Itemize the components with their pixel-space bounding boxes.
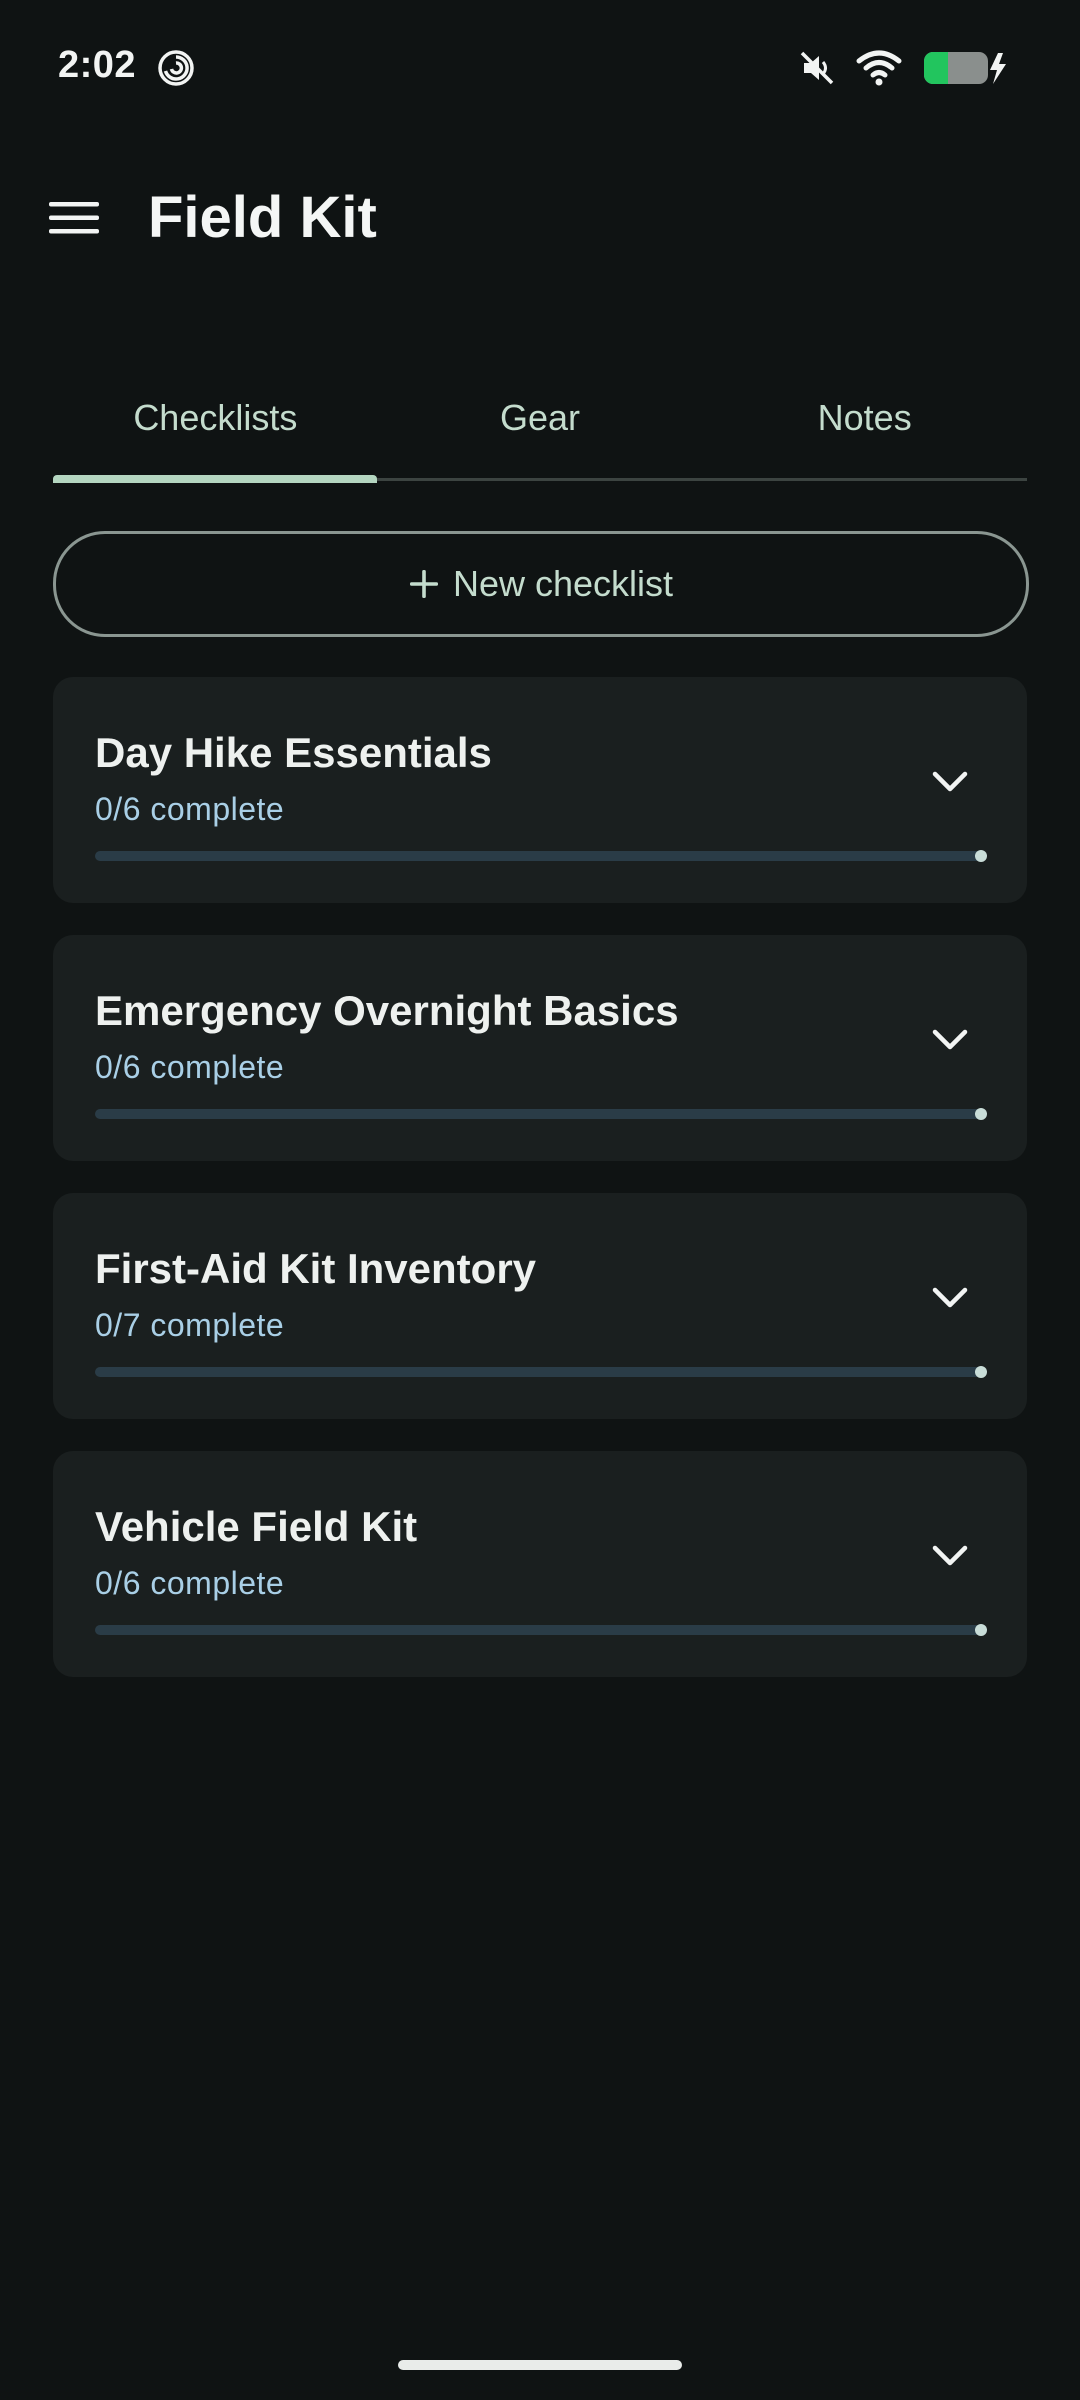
checklist-progress-bar: [95, 1108, 987, 1120]
tab-label: Checklists: [133, 397, 298, 438]
status-time: 2:02: [58, 44, 137, 86]
chevron-down-icon[interactable]: [925, 1015, 975, 1065]
home-indicator[interactable]: [398, 2360, 682, 2370]
checklist-title: Vehicle Field Kit: [95, 1503, 418, 1550]
checklist-progress-text: 0/6 complete: [95, 791, 285, 827]
progress-end-dot: [975, 1624, 987, 1636]
chevron-down-icon[interactable]: [925, 1531, 975, 1581]
tab-indicator: [53, 475, 377, 483]
checklist-card[interactable]: Vehicle Field Kit 0/6 complete: [53, 1451, 1027, 1677]
app-title: Field Kit: [148, 185, 377, 250]
tab-label: Gear: [499, 397, 581, 438]
status-icons: [798, 46, 1008, 90]
menu-icon: [49, 200, 99, 241]
checklist-progress-text: 0/7 complete: [95, 1307, 285, 1343]
tab-label: Notes: [817, 397, 912, 438]
tab-checklists[interactable]: Checklists: [53, 360, 378, 476]
new-checklist-label: New checklist: [452, 563, 674, 604]
checklist-progress-bar: [95, 1624, 987, 1636]
status-bar: 2:02: [0, 0, 1080, 134]
chevron-down-icon[interactable]: [925, 1273, 975, 1323]
checklist-progress-text: 0/6 complete: [95, 1049, 285, 1085]
checklist-card[interactable]: First-Aid Kit Inventory 0/7 complete: [53, 1193, 1027, 1419]
checklist-card[interactable]: Emergency Overnight Basics 0/6 complete: [53, 935, 1027, 1161]
checklist-title: First-Aid Kit Inventory: [95, 1245, 537, 1292]
tab-notes[interactable]: Notes: [702, 360, 1027, 476]
mute-icon: [798, 49, 836, 87]
plus-icon: [409, 569, 439, 599]
checklist-title: Emergency Overnight Basics: [95, 987, 679, 1034]
checklist-progress-bar: [95, 1366, 987, 1378]
spiral-icon: [156, 48, 196, 88]
battery-charging-icon: [922, 49, 1008, 87]
progress-end-dot: [975, 850, 987, 862]
checklist-title: Day Hike Essentials: [95, 729, 492, 776]
checklist-list: Day Hike Essentials 0/6 complete Emergen…: [53, 677, 1027, 1709]
progress-end-dot: [975, 1108, 987, 1120]
checklist-progress-bar: [95, 850, 987, 862]
app-bar: Field Kit: [0, 170, 1080, 270]
tab-gear[interactable]: Gear: [378, 360, 703, 476]
progress-end-dot: [975, 1366, 987, 1378]
menu-button[interactable]: [40, 190, 108, 250]
checklist-progress-text: 0/6 complete: [95, 1565, 285, 1601]
chevron-down-icon[interactable]: [925, 757, 975, 807]
checklist-card[interactable]: Day Hike Essentials 0/6 complete: [53, 677, 1027, 903]
tab-bar: Checklists Gear Notes: [53, 360, 1027, 482]
wifi-icon: [856, 49, 902, 87]
new-checklist-button[interactable]: New checklist: [53, 531, 1029, 637]
